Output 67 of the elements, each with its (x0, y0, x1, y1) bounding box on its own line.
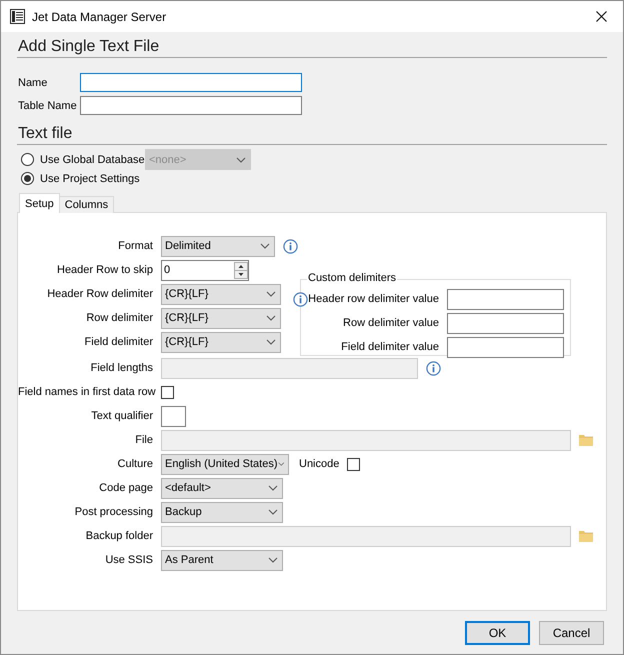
group-title: Custom delimiters (307, 272, 398, 284)
field-label: Header row delimiter value (308, 293, 440, 305)
field-label: Field names in first data row (18, 386, 157, 398)
field-label: Culture (116, 458, 154, 470)
field-label: Row delimiter (85, 312, 154, 324)
info-icon[interactable] (283, 238, 298, 254)
table-icon (10, 9, 25, 24)
text-field[interactable] (447, 288, 564, 310)
chevron-icon (278, 461, 284, 467)
section-heading: Text file (17, 125, 607, 145)
chevron-icon (268, 485, 278, 491)
tab[interactable]: Setup (19, 193, 60, 213)
dropdown[interactable]: Delimited (161, 236, 275, 256)
field-label: Header Row to skip (56, 264, 154, 276)
field-label: Post processing (74, 506, 154, 518)
chevron-icon (268, 509, 278, 515)
text-field[interactable] (80, 96, 302, 115)
dropdown[interactable]: <default> (161, 478, 283, 498)
chevron-icon (260, 243, 270, 249)
field-label: Code page (98, 482, 154, 494)
dialog-button[interactable]: Cancel (539, 621, 604, 645)
field-label: Field delimiter (84, 336, 154, 348)
chevron-icon (266, 291, 276, 297)
field-lengths-field[interactable] (161, 358, 418, 378)
checkbox[interactable] (347, 458, 360, 470)
dropdown[interactable]: {CR}{LF} (161, 332, 281, 352)
field-label: Header Row delimiter (46, 288, 154, 300)
text-field[interactable] (80, 73, 302, 92)
path-field[interactable] (161, 430, 571, 450)
info-icon[interactable] (293, 292, 308, 306)
field-label: Field delimiter value (341, 341, 440, 353)
info-icon[interactable] (426, 360, 441, 376)
chevron-icon (266, 315, 276, 321)
radio-option[interactable]: Use Project Settings (17, 172, 145, 185)
text-field[interactable] (447, 336, 564, 358)
window-title: Jet Data Manager Server (32, 10, 168, 24)
field-label: Backup folder (84, 530, 154, 542)
text-field[interactable] (447, 312, 564, 334)
text-qualifier-field[interactable] (161, 406, 186, 426)
radio-option[interactable]: Use Global Database (17, 153, 145, 166)
path-field[interactable] (161, 526, 571, 546)
field-label: Use SSIS (104, 554, 154, 566)
dropdown[interactable]: {CR}{LF} (161, 308, 281, 328)
field-label: Unicode (299, 458, 340, 470)
dialog-button[interactable]: OK (465, 621, 530, 645)
close-icon (596, 11, 606, 22)
field-label: Text qualifier (90, 410, 154, 422)
dropdown[interactable]: Backup (161, 502, 283, 522)
number-spinner[interactable]: 0 (161, 260, 249, 280)
chevron-icon (236, 156, 246, 162)
spinner-arrows-icon[interactable] (234, 262, 248, 278)
checkbox[interactable] (161, 386, 174, 398)
chevron-icon (268, 557, 278, 563)
field-label: Field lengths (90, 362, 154, 374)
radio-button[interactable] (21, 172, 34, 185)
dropdown[interactable]: English (United States) (161, 454, 289, 474)
tab[interactable]: Columns (58, 196, 114, 213)
dropdown[interactable]: As Parent (161, 550, 283, 570)
dropdown[interactable]: {CR}{LF} (161, 284, 281, 304)
field-label: Row delimiter value (343, 317, 440, 329)
field-label: Table Name (17, 100, 78, 112)
field-label: Format (117, 240, 154, 252)
field-label: Name (17, 76, 48, 88)
chevron-icon (266, 339, 276, 345)
field-label: File (134, 434, 154, 446)
radio-button[interactable] (21, 153, 34, 166)
page-heading: Add Single Text File (17, 38, 607, 58)
